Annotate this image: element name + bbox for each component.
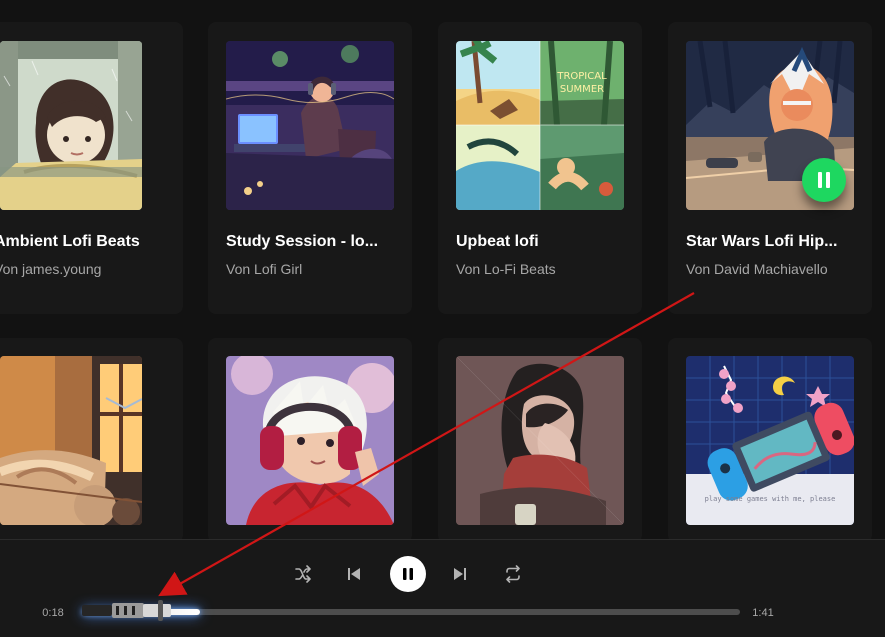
- night-study-room-art: [226, 41, 394, 210]
- tropical-summer-art: TROPICAL SUMMER: [456, 41, 624, 210]
- playlist-card-star-wars-lofi[interactable]: Star Wars Lofi Hip... Von David Machiave…: [668, 22, 872, 314]
- svg-text:SUMMER: SUMMER: [560, 84, 604, 95]
- window-rain-girl-art: [0, 41, 142, 210]
- playlist-card-tired-girl[interactable]: [438, 338, 642, 543]
- shuffle-button[interactable]: [292, 564, 314, 584]
- previous-track-button[interactable]: [344, 564, 364, 584]
- progress-fill: [82, 609, 201, 615]
- next-track-button[interactable]: [450, 564, 470, 584]
- playlist-author[interactable]: Von james.young: [0, 260, 164, 278]
- next-track-icon: [454, 568, 466, 580]
- playlist-author[interactable]: Von Lofi Girl: [226, 260, 396, 278]
- headphones-boy-art: [226, 356, 394, 525]
- sunset-bedroom-art: [0, 356, 142, 525]
- playlist-card-headphones-boy[interactable]: [208, 338, 412, 543]
- tired-girl-art: [456, 356, 624, 525]
- repeat-button[interactable]: [502, 564, 524, 584]
- shuffle-icon: [295, 565, 311, 583]
- duration-time: 1:41: [752, 607, 774, 619]
- playlist-title[interactable]: Star Wars Lofi Hip...: [686, 232, 856, 252]
- playlist-card-upbeat-lofi[interactable]: TROPICAL SUMMER Upbeat lofi Von Lo-Fi Be…: [438, 22, 642, 314]
- previous-track-icon: [348, 568, 360, 580]
- pause-icon: [818, 172, 830, 188]
- switch-console-art: play some games with me, please: [686, 356, 854, 525]
- pause-icon: [403, 568, 413, 580]
- playlist-author[interactable]: Von David Machiavello: [686, 260, 866, 278]
- art-caption: play some games with me, please: [705, 495, 836, 503]
- playlist-author[interactable]: Von Lo-Fi Beats: [456, 260, 626, 278]
- playlist-card-study-session[interactable]: Study Session - lo... Von Lofi Girl: [208, 22, 412, 314]
- playlist-card-sunset-bedroom[interactable]: [0, 338, 183, 543]
- playlist-title[interactable]: Study Session - lo...: [226, 232, 396, 252]
- progress-slider[interactable]: [82, 609, 740, 615]
- repeat-icon: [506, 565, 520, 583]
- playing-button[interactable]: [802, 158, 846, 202]
- playlist-card-switch-console[interactable]: play some games with me, please: [668, 338, 872, 543]
- player-bar: [0, 539, 885, 637]
- elapsed-time: 0:18: [42, 607, 64, 619]
- music-app-window: Ambient Lofi Beats Von james.young Study…: [0, 0, 885, 637]
- playlist-title[interactable]: Upbeat lofi: [456, 232, 626, 252]
- svg-text:TROPICAL: TROPICAL: [556, 71, 607, 82]
- play-pause-button[interactable]: [390, 556, 426, 592]
- playlist-card-ambient-lofi-beats[interactable]: Ambient Lofi Beats Von james.young: [0, 22, 183, 314]
- playlist-title[interactable]: Ambient Lofi Beats: [0, 232, 164, 252]
